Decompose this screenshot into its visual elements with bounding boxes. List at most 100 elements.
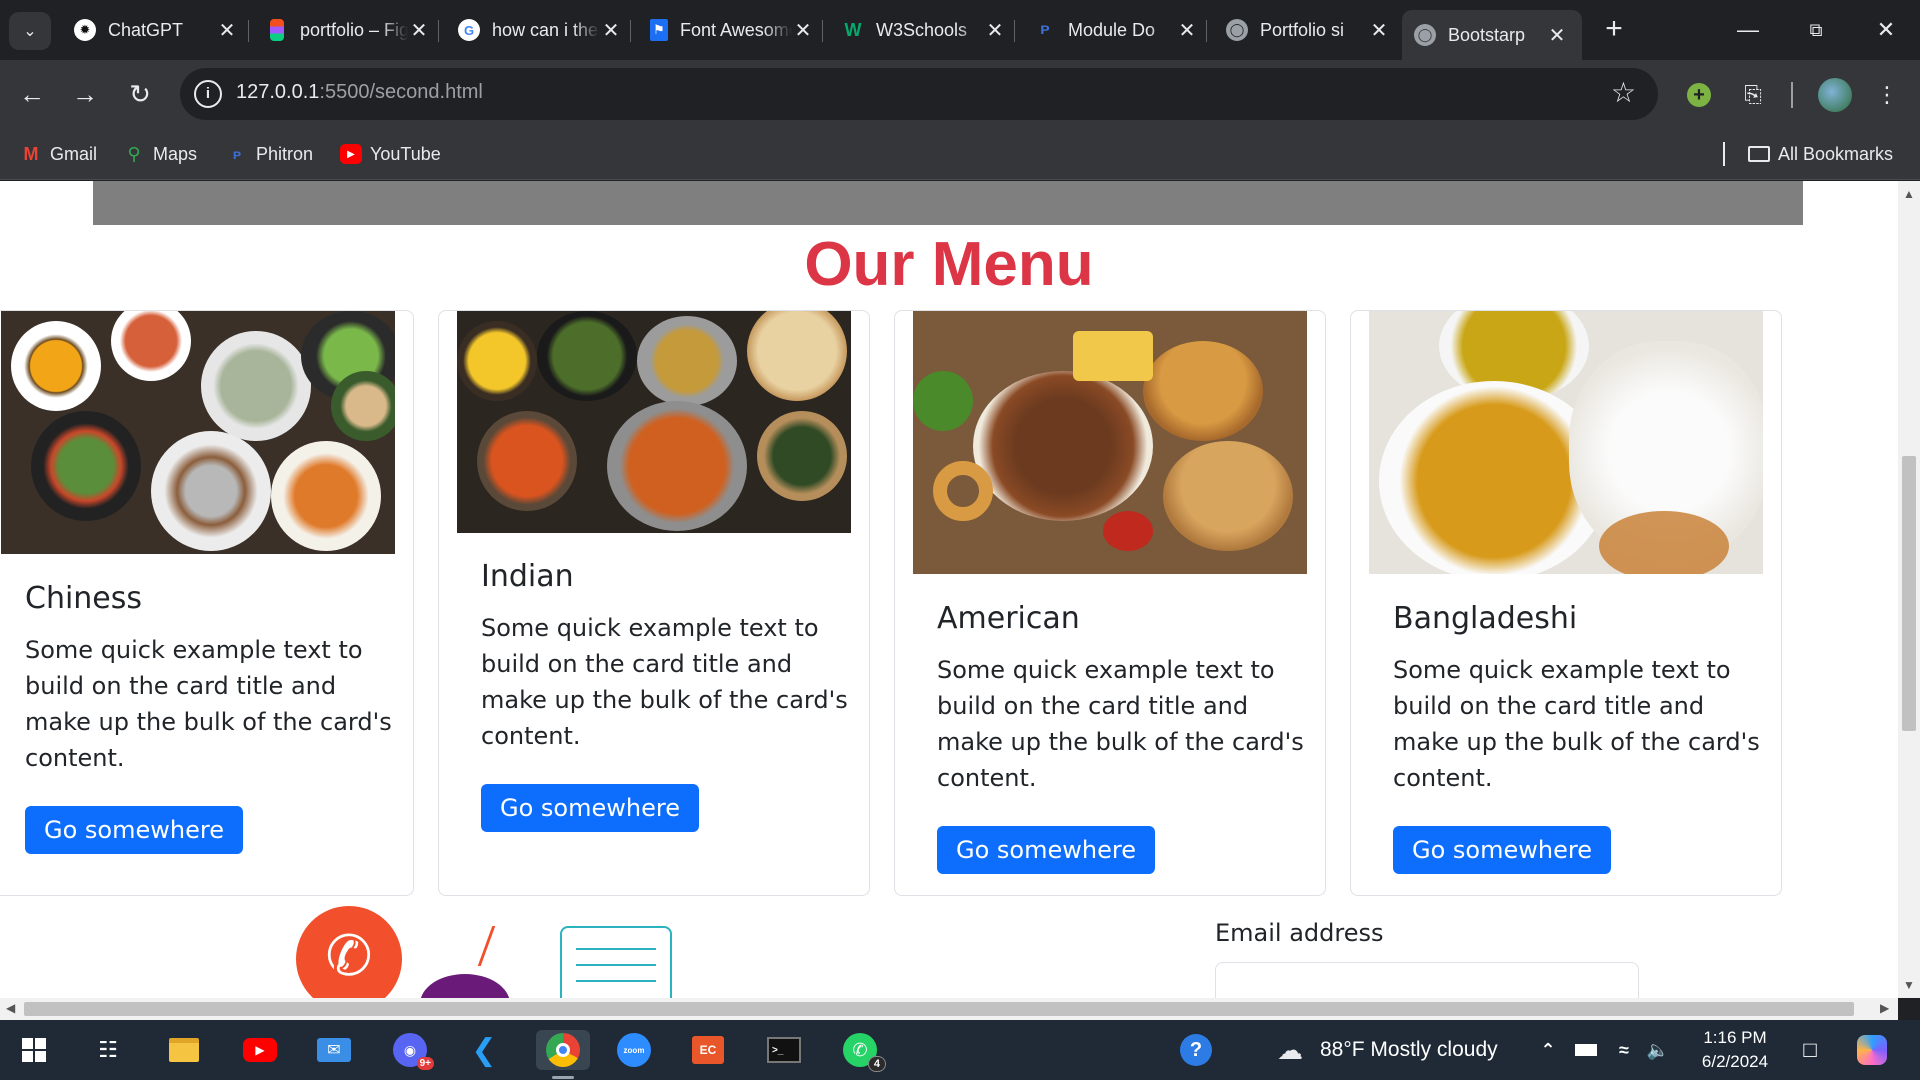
zoom-icon[interactable]: zoom [614,1030,654,1070]
close-icon[interactable]: ✕ [408,18,430,43]
horizontal-scrollbar[interactable]: ◀ ▶ [0,998,1898,1020]
card-text: Some quick example text to build on the … [25,636,392,772]
clock-date: 6/2/2024 [1701,1052,1769,1071]
close-icon[interactable]: ✕ [216,18,238,43]
folder-icon [1748,146,1770,162]
browser-tab[interactable]: ⚑ Font Awesome ✕ [638,10,828,50]
go-somewhere-button[interactable]: Go somewhere [1393,826,1611,874]
extension-plus-icon[interactable]: + [1684,80,1714,110]
address-bar[interactable]: i 127.0.0.1:5500/second.html ☆ [180,68,1658,120]
card-image-chinese-food [1,311,395,554]
close-icon[interactable]: ✕ [1176,18,1198,43]
speech-bubble-shape [420,974,510,998]
notifications-icon[interactable]: □ [1790,1030,1830,1070]
presentation-icon[interactable]: EC [688,1030,728,1070]
extensions-puzzle-icon[interactable]: ⎘ [1738,80,1768,110]
bookmark-star-icon[interactable]: ☆ [1611,78,1636,108]
chrome-icon[interactable] [536,1030,590,1070]
bookmark-phitron[interactable]: ᴘ Phitron [226,141,313,167]
vscode-icon[interactable]: ❮ [464,1030,504,1070]
scroll-down-arrow-icon[interactable]: ▼ [1898,978,1920,992]
system-clock[interactable]: 1:16 PM 6/2/2024 [1680,1026,1790,1074]
tab-separator [438,20,439,42]
browser-tab[interactable]: ᴘ Module Do ✕ [1022,10,1212,50]
tab-separator [1014,20,1015,42]
whatsapp-icon[interactable]: ✆ 4 [840,1030,886,1072]
discord-icon[interactable]: ◉ 9+ [390,1030,434,1070]
section-title: Our Menu [804,230,1094,299]
mail-icon[interactable]: ✉ [314,1030,354,1070]
more-menu-icon[interactable]: ⋮ [1872,80,1902,110]
chevron-up-icon[interactable]: ⌃ [1528,1030,1568,1070]
browser-tab[interactable]: ◯ Portfolio si ✕ [1214,10,1404,50]
bookmark-gmail[interactable]: M Gmail [20,141,98,167]
menu-card: Chiness Some quick example text to build… [0,310,414,896]
bookmarks-bar: M Gmail ⚲ Maps ᴘ Phitron ▶ YouTube All B… [0,128,1920,180]
tab-title: ChatGPT [108,19,184,40]
windows-start-icon[interactable] [14,1030,54,1070]
new-tab-button[interactable]: + [1598,14,1630,46]
minimize-icon: — [1737,17,1759,42]
close-icon[interactable]: ✕ [984,18,1006,43]
profile-avatar[interactable] [1818,78,1852,112]
reload-icon: ↻ [129,78,151,109]
file-explorer-icon[interactable] [164,1030,204,1070]
scroll-left-arrow-icon[interactable]: ◀ [6,1001,15,1015]
browser-tab[interactable]: G how can i the ✕ [446,10,636,50]
site-info-icon[interactable]: i [194,80,222,108]
scroll-right-arrow-icon[interactable]: ▶ [1880,1001,1889,1015]
tab-search-button[interactable]: ⌄ [9,12,51,50]
minimize-button[interactable]: — [1714,0,1782,60]
figma-icon [270,19,284,41]
close-icon: ✕ [1876,17,1896,42]
document-icon [560,926,672,998]
email-input[interactable] [1215,962,1639,998]
phone-icon: ✆ [296,906,402,998]
all-bookmarks-label: All Bookmarks [1778,143,1894,164]
scrollbar-thumb[interactable] [1902,456,1916,731]
weather-cloud-icon[interactable]: ☁ [1270,1030,1310,1070]
close-icon[interactable]: ✕ [1368,18,1390,43]
browser-tab[interactable]: W W3Schools ✕ [830,10,1020,50]
close-icon[interactable]: ✕ [792,18,814,43]
chevron-down-icon: ⌄ [23,23,37,40]
reload-button[interactable]: ↻ [120,74,160,114]
all-bookmarks-button[interactable]: All Bookmarks [1748,141,1893,167]
close-icon[interactable]: ✕ [1546,23,1568,48]
browser-tab[interactable]: portfolio – Figma ✕ [254,10,444,50]
vertical-scrollbar[interactable]: ▲ ▼ [1898,181,1920,998]
hero-banner-bottom [93,181,1803,225]
task-view-icon[interactable]: ☷ [88,1030,128,1070]
url-text[interactable]: 127.0.0.1:5500/second.html [236,81,483,104]
browser-tab-active[interactable]: ◯ Bootstarp ✕ [1402,10,1582,60]
close-icon[interactable]: ✕ [600,18,622,43]
restore-button[interactable]: ⧉ [1782,0,1850,60]
youtube-icon[interactable]: ▶ [240,1030,280,1070]
bookmark-maps[interactable]: ⚲ Maps [123,141,197,167]
help-icon[interactable]: ? [1176,1030,1216,1070]
card-body: American Some quick example text to buil… [937,601,1305,874]
google-icon: G [458,19,480,41]
card-image-bangladeshi-food [1369,311,1763,574]
battery-icon[interactable] [1566,1030,1606,1070]
terminal-icon[interactable]: >_ [764,1030,804,1070]
forward-button[interactable]: → [65,74,105,114]
back-button[interactable]: ← [12,74,52,114]
speaker-icon[interactable]: 🔈 [1638,1030,1678,1070]
card-body: Indian Some quick example text to build … [481,559,849,832]
weather-text[interactable]: 88°F Mostly cloudy [1320,1038,1498,1062]
go-somewhere-button[interactable]: Go somewhere [481,784,699,832]
scroll-up-arrow-icon[interactable]: ▲ [1898,187,1920,201]
go-somewhere-button[interactable]: Go somewhere [25,806,243,854]
windows-taskbar: ☷ ▶ ✉ ◉ 9+ ❮ zoom EC >_ ✆ 4 ? ☁ 88°F Mos… [0,1020,1920,1080]
bookmark-youtube[interactable]: ▶ YouTube [340,141,441,167]
go-somewhere-button[interactable]: Go somewhere [937,826,1155,874]
w3schools-icon: W [844,19,862,40]
tab-title: Module Do [1068,19,1156,40]
browser-tab[interactable]: ✹ ChatGPT ✕ [62,10,252,50]
bookmark-label: Phitron [256,143,314,164]
scrollbar-thumb[interactable] [24,1002,1854,1016]
close-window-button[interactable]: ✕ [1852,0,1920,60]
copilot-icon[interactable] [1852,1030,1892,1070]
tab-title: W3Schools [876,19,968,40]
